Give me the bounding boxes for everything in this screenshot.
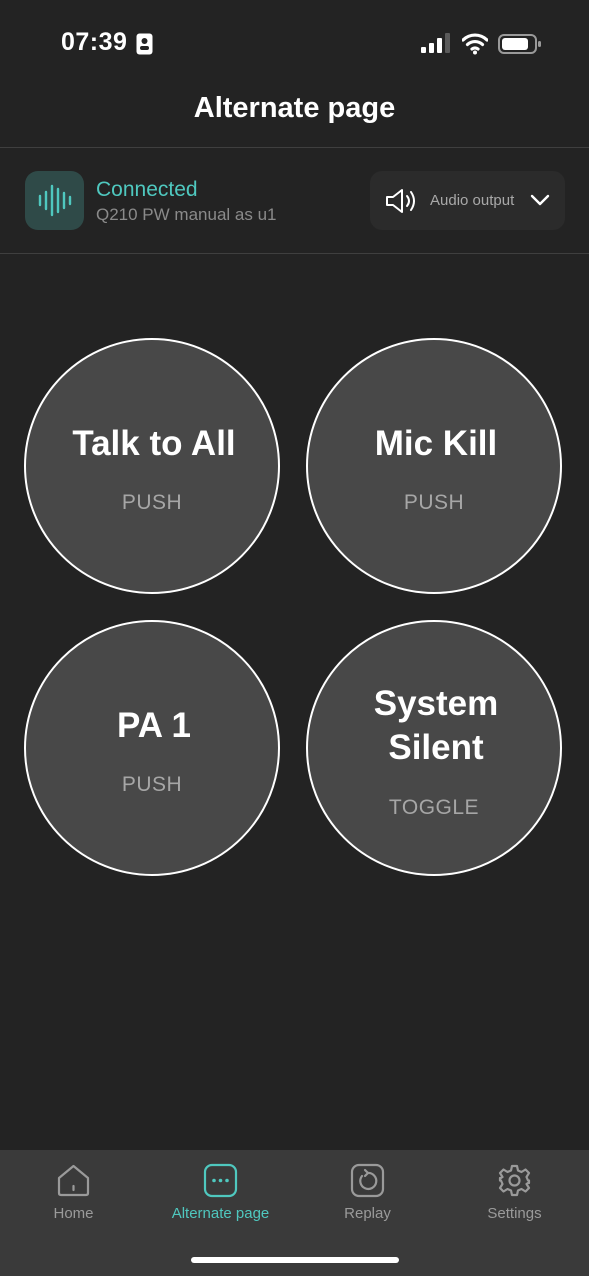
tab-label: Settings	[487, 1205, 542, 1222]
replay-icon	[350, 1163, 385, 1198]
pad-name: Talk to All	[72, 424, 236, 463]
ellipsis-icon	[203, 1163, 238, 1198]
audio-output-button[interactable]: Audio output	[370, 171, 565, 230]
cellular-signal-icon	[421, 33, 450, 53]
home-indicator	[191, 1257, 399, 1263]
pa-1-button[interactable]: PA 1 PUSH	[24, 620, 280, 876]
tab-replay[interactable]: Replay	[294, 1150, 441, 1250]
pad-mode: PUSH	[403, 491, 465, 514]
tab-alternate-page[interactable]: Alternate page	[147, 1150, 294, 1250]
pad-name-line2: Silent	[388, 728, 484, 767]
tab-label: Alternate page	[171, 1205, 270, 1222]
page-title: Alternate page	[193, 92, 396, 124]
connection-status: Connected	[96, 178, 198, 201]
mic-kill-button[interactable]: Mic Kill PUSH	[306, 338, 562, 594]
tab-home[interactable]: Home	[0, 1150, 147, 1250]
system-silent-button[interactable]: System Silent TOGGLE	[306, 620, 562, 876]
battery-icon	[498, 34, 541, 54]
talk-to-all-button[interactable]: Talk to All PUSH	[24, 338, 280, 594]
id-badge-icon	[136, 33, 153, 55]
tab-label: Replay	[344, 1205, 391, 1222]
header-divider	[0, 147, 589, 148]
pad-mode: PUSH	[121, 773, 183, 796]
pad-name-line1: System	[373, 684, 499, 723]
audio-output-label: Audio output	[430, 192, 515, 209]
pad-name: Mic Kill	[374, 424, 498, 463]
wifi-icon	[462, 33, 488, 55]
connected-device-name: Q210 PW manual as u1	[96, 205, 277, 224]
tab-settings[interactable]: Settings	[441, 1150, 588, 1250]
speaker-icon	[386, 189, 415, 213]
status-bar: 07:39	[0, 0, 589, 90]
home-icon	[57, 1164, 90, 1197]
audio-waveform-icon	[25, 171, 84, 230]
connection-divider	[0, 253, 589, 254]
chevron-down-icon	[530, 194, 550, 206]
pad-mode: TOGGLE	[388, 796, 480, 819]
pad-mode: PUSH	[121, 491, 183, 514]
tab-label: Home	[53, 1205, 94, 1222]
pad-name: PA 1	[117, 706, 191, 745]
gear-icon	[498, 1164, 531, 1197]
status-time: 07:39	[61, 28, 128, 56]
